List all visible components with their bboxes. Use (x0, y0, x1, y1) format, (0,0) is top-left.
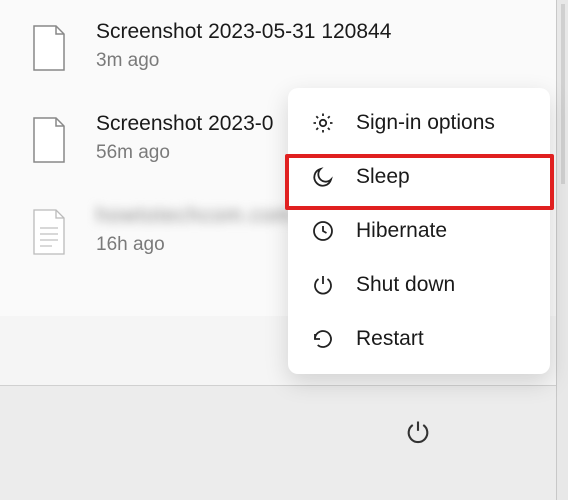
restart-icon (310, 326, 336, 352)
menu-hibernate[interactable]: Hibernate (296, 204, 542, 258)
moon-icon (310, 164, 336, 190)
clock-icon (310, 218, 336, 244)
file-icon (30, 24, 68, 72)
power-button[interactable] (398, 412, 438, 452)
file-icon (30, 116, 68, 164)
power-icon (404, 418, 432, 446)
file-name: Screenshot 2023-05-31 120844 (96, 20, 538, 44)
menu-label: Sign-in options (356, 111, 495, 135)
menu-label: Shut down (356, 273, 455, 297)
power-menu: Sign-in options Sleep Hibernate Shut dow… (288, 88, 550, 374)
file-time: 3m ago (96, 50, 538, 72)
file-item[interactable]: Screenshot 2023-05-31 120844 3m ago (30, 20, 538, 72)
scrollbar-track[interactable] (556, 0, 568, 500)
menu-shut-down[interactable]: Shut down (296, 258, 542, 312)
menu-label: Hibernate (356, 219, 447, 243)
menu-label: Sleep (356, 165, 410, 189)
menu-sign-in-options[interactable]: Sign-in options (296, 96, 542, 150)
scrollbar-thumb[interactable] (561, 4, 565, 184)
power-icon (310, 272, 336, 298)
menu-sleep[interactable]: Sleep (296, 150, 542, 204)
menu-restart[interactable]: Restart (296, 312, 542, 366)
taskbar-area (0, 385, 556, 500)
text-file-icon (30, 208, 68, 256)
menu-label: Restart (356, 327, 424, 351)
gear-icon (310, 110, 336, 136)
